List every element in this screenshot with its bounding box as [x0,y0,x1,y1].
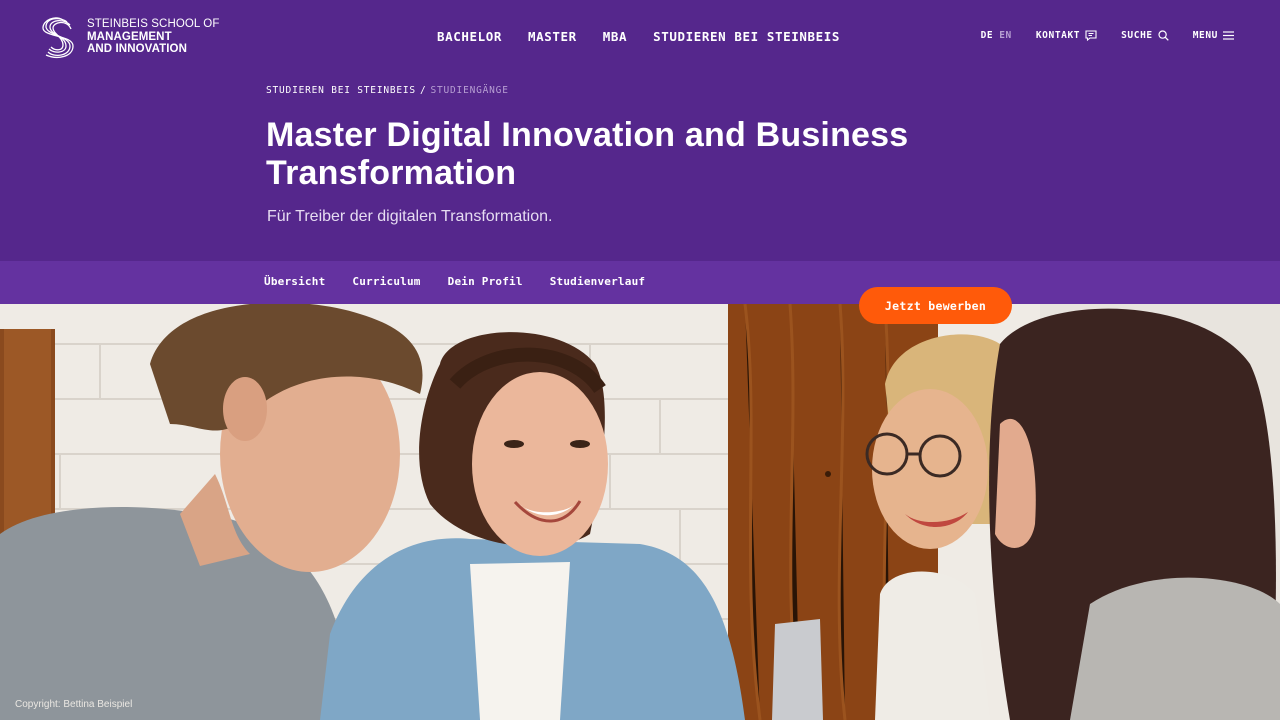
section-tabs: Übersicht Curriculum Dein Profil Studien… [264,275,645,288]
tab-dein-profil[interactable]: Dein Profil [448,275,523,288]
photo-copyright: Copyright: Bettina Beispiel [15,699,133,710]
tab-uebersicht[interactable]: Übersicht [264,275,325,288]
brand-name: STEINBEIS SCHOOL OF MANAGEMENT AND INNOV… [87,18,219,56]
brand-line-3: AND INNOVATION [87,43,187,56]
breadcrumb-parent-link[interactable]: STUDIEREN BEI STEINBEIS [266,85,416,96]
breadcrumb-current: STUDIENGÄNGE [430,85,509,96]
nav-item-master[interactable]: MASTER [528,29,577,44]
apply-now-button[interactable]: Jetzt bewerben [859,287,1012,324]
language-switcher: DE EN [981,30,1012,41]
tab-studienverlauf[interactable]: Studienverlauf [550,275,646,288]
lang-de-link[interactable]: DE [981,30,994,41]
site-header: STEINBEIS SCHOOL OF MANAGEMENT AND INNOV… [0,0,1280,74]
menu-icon [1223,31,1234,40]
search-icon [1158,30,1169,41]
contact-label: KONTAKT [1035,30,1081,41]
brand-logo-link[interactable]: STEINBEIS SCHOOL OF MANAGEMENT AND INNOV… [41,15,219,59]
nav-item-mba[interactable]: MBA [603,29,627,44]
hero-photo [0,304,1280,720]
students-photo-illustration [0,304,1280,720]
page-title: Master Digital Innovation and Business T… [266,116,909,192]
nav-item-studieren-bei-steinbeis[interactable]: STUDIEREN BEI STEINBEIS [653,29,840,44]
brand-line-2: MANAGEMENT [87,30,172,43]
nav-item-bachelor[interactable]: BACHELOR [437,29,502,44]
section-nav-bar: Übersicht Curriculum Dein Profil Studien… [0,261,1280,304]
tab-curriculum[interactable]: Curriculum [352,275,420,288]
utility-nav: DE EN KONTAKT SUCHE MENU [981,30,1234,41]
menu-label: MENU [1192,30,1218,41]
chat-icon [1085,30,1097,41]
menu-button[interactable]: MENU [1193,30,1234,41]
breadcrumb-separator: / [419,85,427,96]
contact-link[interactable]: KONTAKT [1036,30,1097,41]
brand-line-1: STEINBEIS SCHOOL OF [87,18,220,31]
lang-en-link[interactable]: EN [999,30,1012,41]
page-subtitle: Für Treiber der digitalen Transformation… [267,208,553,225]
breadcrumb: STUDIEREN BEI STEINBEIS / STUDIENGÄNGE [266,85,509,96]
search-label: SUCHE [1121,30,1153,41]
logo-mark-icon [42,17,74,58]
search-button[interactable]: SUCHE [1121,30,1169,41]
main-nav: BACHELOR MASTER MBA STUDIEREN BEI STEINB… [437,29,840,44]
